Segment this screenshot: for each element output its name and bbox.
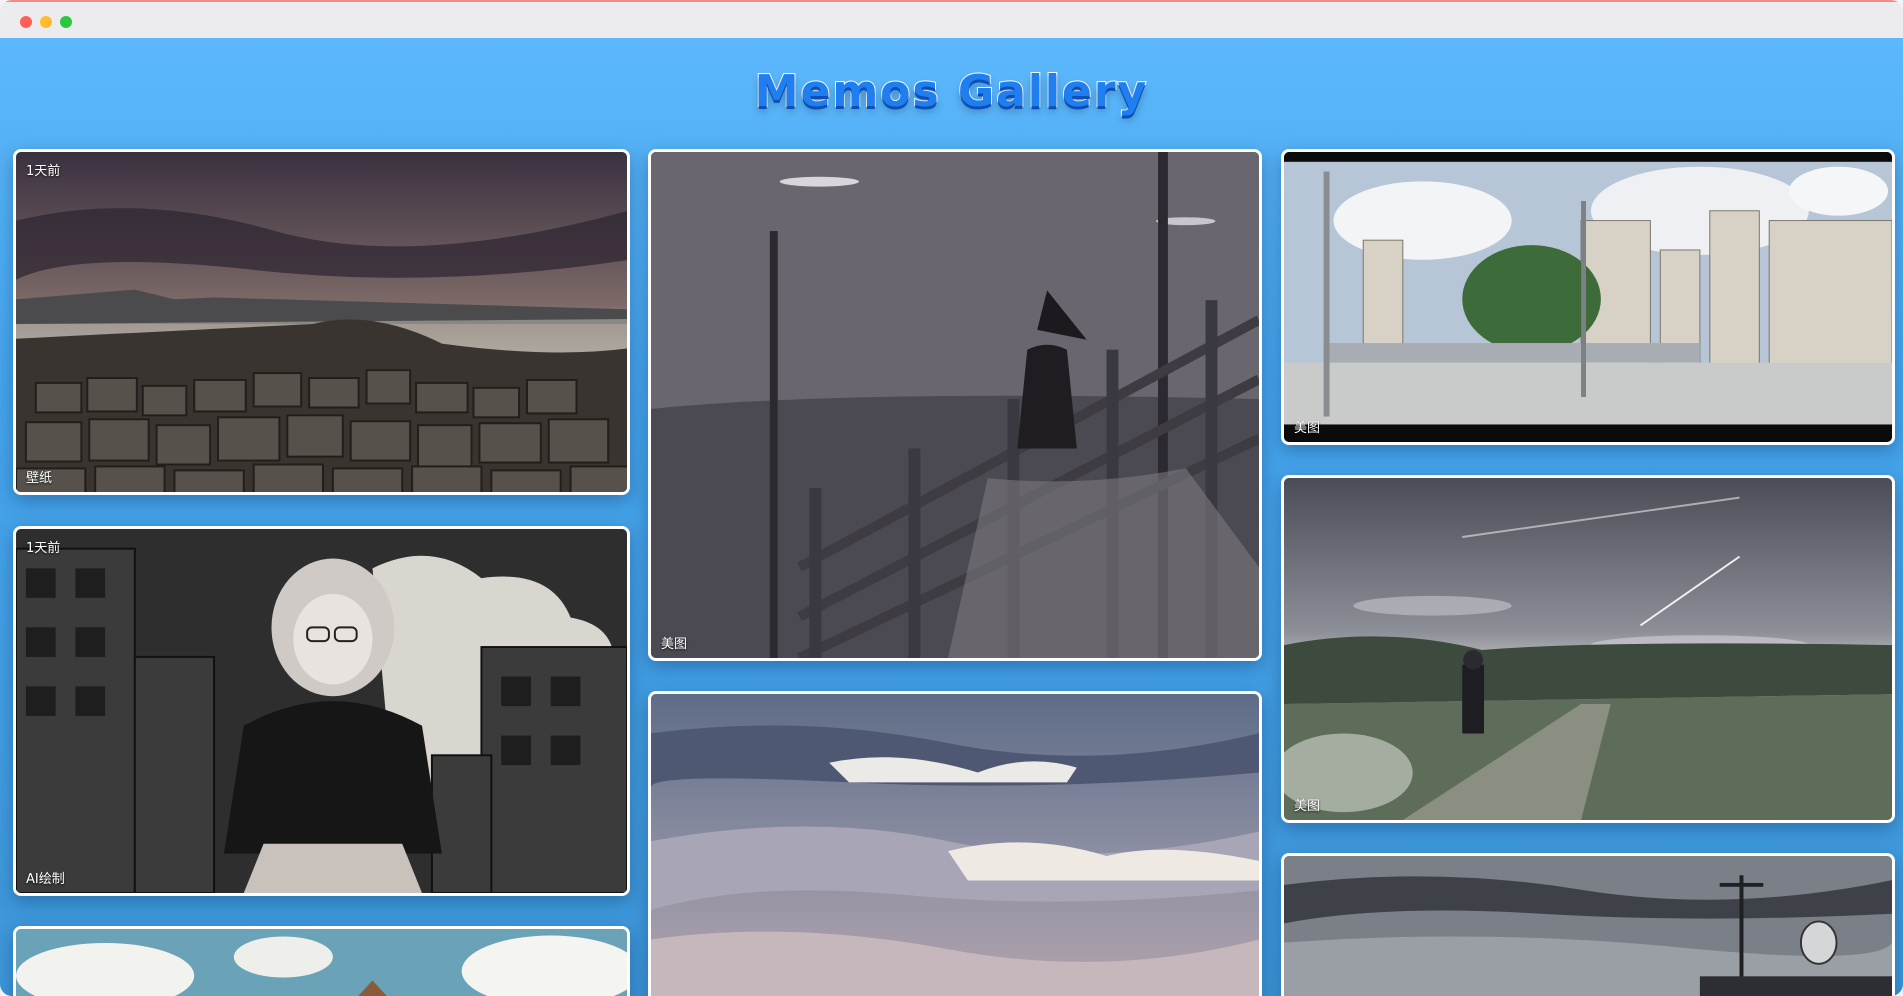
page-title: Memos Gallery [754, 65, 1149, 118]
gallery-page: Memos Gallery 1天前 壁纸 1天前 AI绘制 美图 美图 美图 [0, 38, 1903, 996]
card-time-label: 1天前 [26, 164, 61, 179]
girl-starry-field-image [1284, 478, 1892, 820]
card-category-label: 壁纸 [26, 471, 53, 486]
card-category-label: 美图 [1294, 421, 1321, 436]
close-window-button[interactable] [20, 16, 32, 28]
card-category-label: AI绘制 [26, 872, 65, 887]
gallery-card-anime-girl[interactable]: 1天前 AI绘制 [13, 526, 630, 896]
browser-window: Memos Gallery 1天前 壁纸 1天前 AI绘制 美图 美图 美图 [0, 0, 1903, 996]
card-category-label: 美图 [1294, 799, 1321, 814]
zoom-window-button[interactable] [60, 16, 72, 28]
anime-street-image [1284, 152, 1892, 442]
card-category-label: 美图 [661, 637, 688, 652]
gallery-card-dusk-clouds[interactable] [648, 691, 1262, 996]
gallery-card-girl-starry-field[interactable]: 美图 [1281, 475, 1895, 823]
gallery-card-rooftop-antenna[interactable] [1281, 853, 1895, 996]
coastal-rocks-image [16, 152, 627, 492]
gallery-card-clouds[interactable] [13, 926, 630, 996]
minimize-window-button[interactable] [40, 16, 52, 28]
anime-girl-image [16, 529, 627, 893]
rooftop-antenna-image [1284, 856, 1892, 996]
gallery-card-anime-street[interactable]: 美图 [1281, 149, 1895, 445]
witch-stairs-image [651, 152, 1259, 658]
gallery-card-coastal-rocks[interactable]: 1天前 壁纸 [13, 149, 630, 495]
gallery-card-witch-stairs[interactable]: 美图 [648, 149, 1262, 661]
title-bar [0, 0, 1903, 38]
card-time-label: 1天前 [26, 541, 61, 556]
dusk-clouds-image [651, 694, 1259, 996]
clouds-image [16, 929, 627, 996]
